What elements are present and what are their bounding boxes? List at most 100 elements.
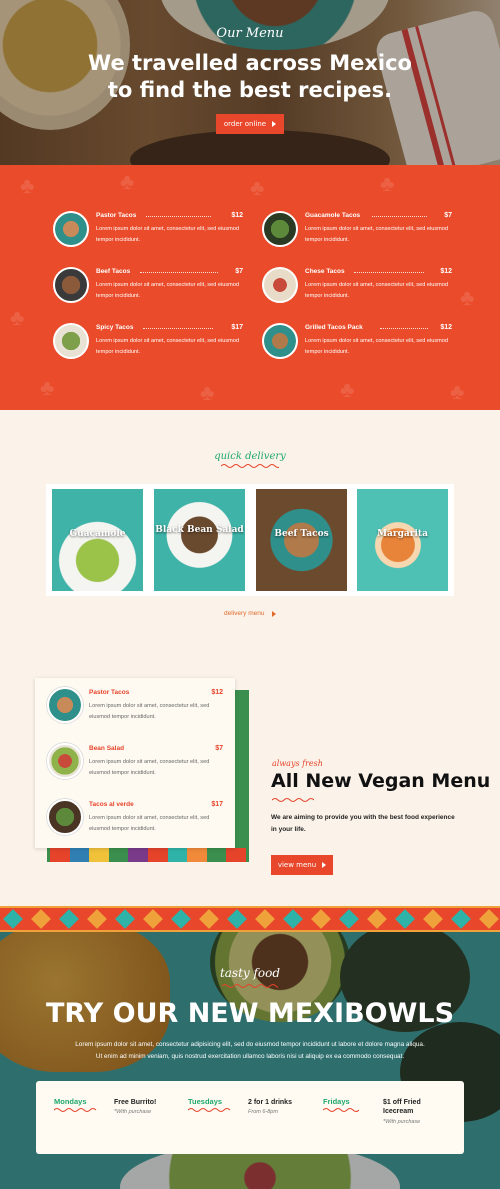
hero-title-line2: to find the best recipes. bbox=[107, 78, 393, 102]
menu-item-price: $12 bbox=[440, 268, 452, 275]
deal-day: Tuesdays bbox=[188, 1097, 223, 1106]
menu-item-image bbox=[262, 323, 298, 359]
vegan-item-image bbox=[47, 743, 83, 779]
order-online-label: order online bbox=[223, 120, 267, 128]
menu-item-name: Beef Tacos bbox=[96, 268, 131, 275]
mexibowls-paragraph: Lorem ipsum dolor sit amet, consectetur … bbox=[75, 1041, 425, 1060]
deal-item: Tuesdays 2 for 1 drinks From 6-8pm bbox=[188, 1097, 318, 1137]
always-fresh-tag: always fresh bbox=[272, 759, 323, 768]
delivery-card[interactable]: Black Bean Salad bbox=[154, 489, 245, 591]
vegan-item-description: Lorem ipsum dolor sit amet, consectetur … bbox=[89, 815, 210, 832]
cactus-icon: ♣ bbox=[10, 305, 25, 330]
tasty-food-tag: tasty food bbox=[219, 966, 281, 980]
cactus-icon: ♣ bbox=[450, 379, 465, 404]
delivery-card-label: Margarita bbox=[377, 529, 428, 539]
view-menu-label: view menu bbox=[277, 861, 317, 869]
deal-day: Mondays bbox=[54, 1097, 87, 1106]
deal-day: Fridays bbox=[323, 1097, 350, 1106]
deal-note: *With purchase bbox=[114, 1109, 152, 1115]
vegan-heading: All New Vegan Menu bbox=[271, 770, 491, 792]
deal-note: From 6-8pm bbox=[248, 1109, 278, 1115]
menu-item-name: Grilled Tacos Pack bbox=[305, 324, 363, 331]
menu-item-name: Pastor Tacos bbox=[96, 212, 137, 219]
deal-offer: Free Burrito! bbox=[114, 1099, 157, 1106]
vegan-item-name: Bean Salad bbox=[89, 745, 125, 752]
vegan-menu-item[interactable]: Tacos al verde $17 Lorem ipsum dolor sit… bbox=[47, 799, 223, 843]
quick-delivery-title: quick delivery bbox=[214, 451, 286, 462]
menu-item-image bbox=[262, 211, 298, 247]
vegan-item-price: $17 bbox=[211, 801, 223, 808]
delivery-card[interactable]: Margarita bbox=[357, 489, 448, 591]
menu-item-name: Guacamole Tacos bbox=[305, 212, 361, 219]
deal-note: *With purchase bbox=[383, 1119, 421, 1125]
hero-section: Our Menu We travelled across Mexico to f… bbox=[0, 0, 500, 165]
delivery-card[interactable]: Guacamole bbox=[52, 489, 143, 591]
vegan-item-price: $7 bbox=[215, 745, 223, 752]
menu-item-description: Lorem ipsum dolor sit amet, consectetur … bbox=[305, 226, 449, 243]
menu-item[interactable]: Grilled Tacos Pack $12 Lorem ipsum dolor… bbox=[262, 323, 452, 363]
vegan-item-name: Pastor Tacos bbox=[89, 689, 130, 696]
menu-item-price: $17 bbox=[231, 324, 243, 331]
serape-stripes bbox=[50, 848, 246, 862]
menu-item-description: Lorem ipsum dolor sit amet, consectetur … bbox=[96, 226, 240, 243]
menu-item-price: $7 bbox=[235, 268, 243, 275]
squiggle-decoration bbox=[188, 1108, 231, 1112]
cactus-icon: ♣ bbox=[20, 173, 35, 198]
vegan-menu-item[interactable]: Bean Salad $7 Lorem ipsum dolor sit amet… bbox=[47, 743, 223, 787]
delivery-card-label: Guacamole bbox=[69, 529, 126, 539]
vegan-item-name: Tacos al verde bbox=[89, 801, 134, 808]
menu-item[interactable]: Chese Tacos $12 Lorem ipsum dolor sit am… bbox=[262, 267, 452, 307]
menu-item-price: $12 bbox=[231, 212, 243, 219]
menu-item-name: Spicy Tacos bbox=[96, 324, 134, 331]
menu-item[interactable]: Pastor Tacos $12 Lorem ipsum dolor sit a… bbox=[53, 211, 243, 251]
menu-item-price: $12 bbox=[440, 324, 452, 331]
aztec-pattern-divider bbox=[0, 906, 500, 932]
menu-item[interactable]: Guacamole Tacos $7 Lorem ipsum dolor sit… bbox=[262, 211, 452, 251]
menu-section: ♣ ♣ ♣ ♣ ♣ ♣ ♣ ♣ ♣ ♣ Pastor Tacos $12 Lor… bbox=[0, 165, 500, 410]
menu-item-description: Lorem ipsum dolor sit amet, consectetur … bbox=[96, 338, 240, 355]
delivery-card-label: Black Bean Salad bbox=[155, 525, 244, 535]
deal-offer: 2 for 1 drinks bbox=[248, 1099, 292, 1106]
deal-item: Fridays $1 off Fried Icecream *With purc… bbox=[323, 1097, 453, 1137]
menu-item-image bbox=[53, 267, 89, 303]
cactus-icon: ♣ bbox=[250, 175, 265, 200]
cactus-icon: ♣ bbox=[40, 375, 55, 400]
chevron-right-icon bbox=[272, 610, 277, 617]
menu-item[interactable]: Beef Tacos $7 Lorem ipsum dolor sit amet… bbox=[53, 267, 243, 307]
vegan-item-description: Lorem ipsum dolor sit amet, consectetur … bbox=[89, 759, 210, 776]
order-online-button[interactable]: order online bbox=[216, 114, 284, 134]
delivery-menu-link[interactable]: delivery menu bbox=[224, 610, 277, 617]
hero-title-line1: We travelled across Mexico bbox=[88, 51, 412, 75]
menu-item-image bbox=[53, 323, 89, 359]
menu-item-image bbox=[53, 211, 89, 247]
delivery-cards: Guacamole Black Bean Salad Beef Tacos Ma… bbox=[46, 484, 454, 596]
view-menu-button[interactable]: view menu bbox=[271, 855, 333, 875]
cactus-icon: ♣ bbox=[460, 285, 475, 310]
menu-item-name: Chese Tacos bbox=[305, 268, 345, 275]
vegan-item-image bbox=[47, 799, 83, 835]
menu-item-image bbox=[262, 267, 298, 303]
menu-item-price: $7 bbox=[444, 212, 452, 219]
chevron-right-icon bbox=[322, 862, 327, 868]
delivery-card-label: Beef Tacos bbox=[274, 529, 329, 539]
menu-item[interactable]: Spicy Tacos $17 Lorem ipsum dolor sit am… bbox=[53, 323, 243, 363]
mexibowls-section: tasty food TRY OUR NEW MEXIBOWLS Lorem i… bbox=[0, 932, 500, 1189]
vegan-menu-card: Pastor Tacos $12 Lorem ipsum dolor sit a… bbox=[35, 678, 235, 848]
hero-subtitle: Our Menu bbox=[216, 26, 284, 41]
mexibowls-heading: TRY OUR NEW MEXIBOWLS bbox=[45, 998, 455, 1029]
delivery-card[interactable]: Beef Tacos bbox=[256, 489, 347, 591]
cactus-icon: ♣ bbox=[340, 377, 355, 402]
squiggle-decoration bbox=[272, 798, 314, 802]
cactus-icon: ♣ bbox=[200, 380, 215, 405]
vegan-description: We are aiming to provide you with the be… bbox=[271, 814, 455, 833]
vegan-menu-item[interactable]: Pastor Tacos $12 Lorem ipsum dolor sit a… bbox=[47, 687, 223, 731]
squiggle-decoration bbox=[221, 464, 279, 468]
squiggle-decoration bbox=[54, 1108, 97, 1112]
deal-item: Mondays Free Burrito! *With purchase bbox=[54, 1097, 184, 1137]
cactus-icon: ♣ bbox=[120, 169, 135, 194]
chevron-right-icon bbox=[272, 121, 277, 127]
menu-item-description: Lorem ipsum dolor sit amet, consectetur … bbox=[305, 338, 449, 355]
weekly-deals: Mondays Free Burrito! *With purchase Tue… bbox=[36, 1081, 464, 1154]
menu-item-description: Lorem ipsum dolor sit amet, consectetur … bbox=[305, 282, 449, 299]
squiggle-decoration bbox=[222, 984, 278, 988]
